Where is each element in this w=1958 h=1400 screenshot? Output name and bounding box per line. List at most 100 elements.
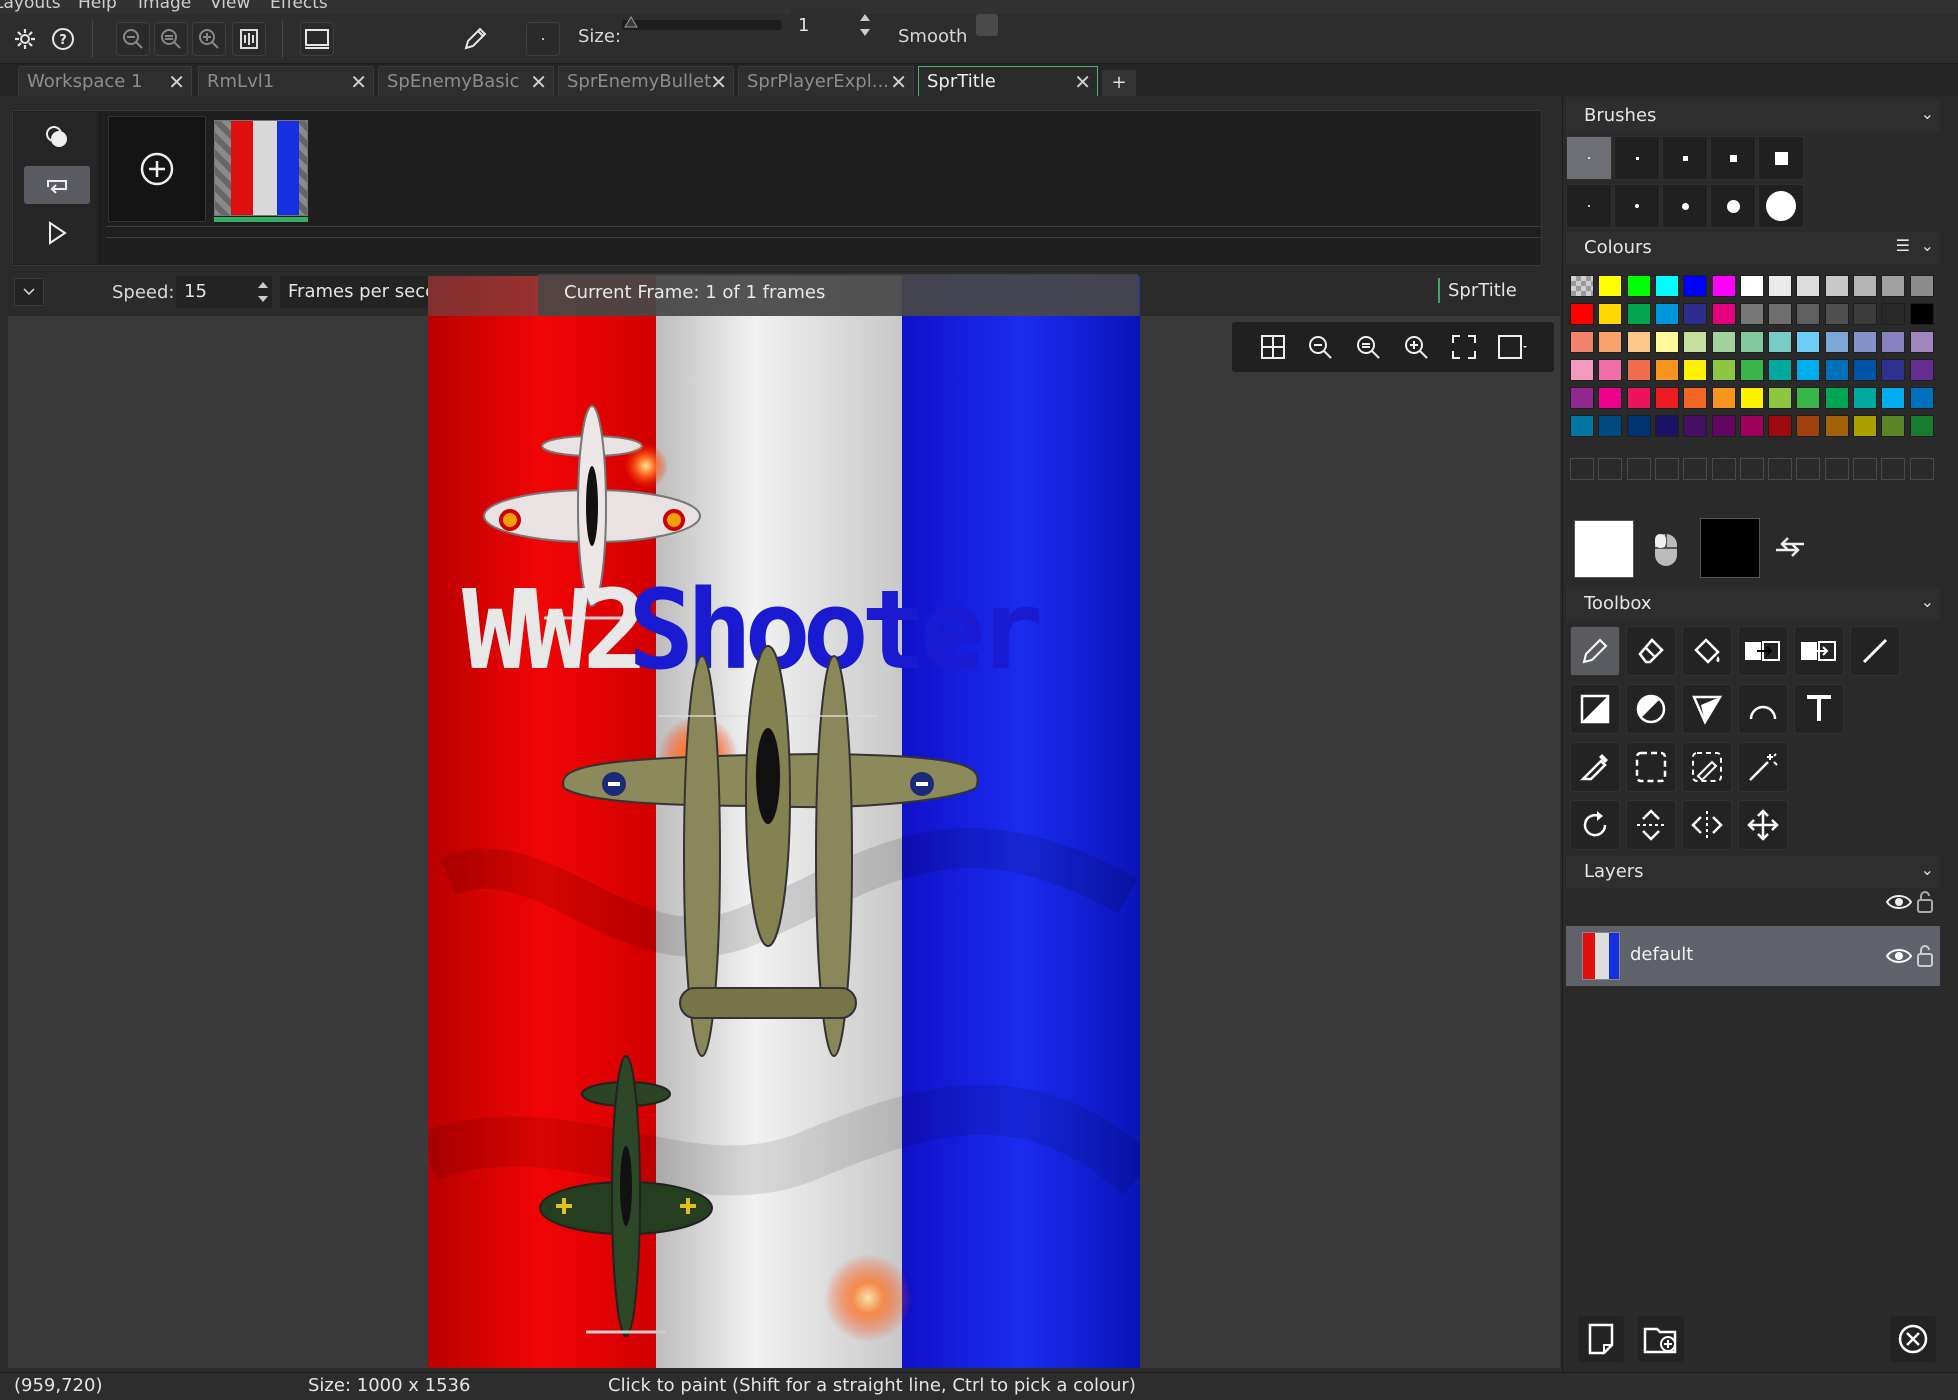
sprite-canvas[interactable]: WW2 Shooter bbox=[428, 276, 1140, 1368]
brush-size-1[interactable] bbox=[1566, 136, 1612, 180]
custom-colour-slot[interactable] bbox=[1570, 458, 1594, 480]
colour-swatch[interactable] bbox=[1683, 415, 1708, 437]
menu-layouts[interactable]: Layouts bbox=[0, 0, 61, 13]
close-icon[interactable]: ✕ bbox=[350, 70, 367, 94]
colour-swatch[interactable] bbox=[1824, 387, 1849, 409]
colour-swatch[interactable] bbox=[1768, 415, 1793, 437]
secondary-colour-swatch[interactable] bbox=[1700, 518, 1760, 578]
colour-swatch[interactable] bbox=[1853, 415, 1877, 437]
brush-preview-icon[interactable] bbox=[526, 22, 560, 56]
colour-swatch[interactable] bbox=[1654, 387, 1679, 409]
replace-colour-icon[interactable] bbox=[1738, 626, 1788, 676]
colour-swatch[interactable] bbox=[1853, 303, 1877, 325]
colour-swatch[interactable] bbox=[1796, 359, 1821, 381]
close-icon[interactable]: ✕ bbox=[710, 70, 727, 94]
brush-size-2[interactable] bbox=[1614, 136, 1660, 180]
frame-timeline[interactable] bbox=[106, 226, 1542, 238]
add-frame-button[interactable] bbox=[108, 116, 206, 222]
flip-vertical-icon[interactable] bbox=[1626, 800, 1676, 850]
colour-swatch[interactable] bbox=[1909, 331, 1934, 353]
zoom-reset-icon[interactable] bbox=[154, 22, 188, 56]
tab-spenemybasic[interactable]: SpEnemyBasic ✕ bbox=[378, 66, 554, 96]
colour-swatch[interactable] bbox=[1711, 303, 1736, 325]
colour-swatch[interactable] bbox=[1739, 275, 1764, 297]
custom-colour-slot[interactable] bbox=[1739, 458, 1764, 480]
brush-size-5[interactable] bbox=[1758, 136, 1804, 180]
colour-swatch[interactable] bbox=[1626, 359, 1651, 381]
custom-colour-slot[interactable] bbox=[1683, 458, 1708, 480]
close-icon[interactable]: ✕ bbox=[890, 70, 907, 94]
colour-swatch[interactable] bbox=[1909, 415, 1934, 437]
colour-swatch[interactable] bbox=[1739, 303, 1764, 325]
colour-swatch[interactable] bbox=[1824, 275, 1849, 297]
colour-swatch[interactable] bbox=[1711, 331, 1736, 353]
menu-effects[interactable]: Effects bbox=[270, 0, 328, 13]
custom-colour-slot[interactable] bbox=[1711, 458, 1736, 480]
smooth-checkbox[interactable] bbox=[976, 14, 998, 36]
colour-swatch[interactable] bbox=[1824, 303, 1849, 325]
tab-sprplayerexpl[interactable]: SprPlayerExpl... ✕ bbox=[738, 66, 914, 96]
menu-view[interactable]: View bbox=[210, 0, 250, 13]
zoom-in-icon[interactable] bbox=[192, 22, 226, 56]
pencil-tool-icon[interactable] bbox=[1570, 626, 1620, 676]
fullscreen-icon[interactable] bbox=[1446, 330, 1482, 364]
menu-help[interactable]: Help bbox=[78, 0, 117, 13]
layers-header[interactable]: Layers ⌄ bbox=[1566, 856, 1940, 888]
colour-swatch[interactable] bbox=[1768, 359, 1793, 381]
colour-swatch[interactable] bbox=[1796, 331, 1821, 353]
colour-swatch[interactable] bbox=[1683, 359, 1708, 381]
close-icon[interactable]: ✕ bbox=[168, 70, 185, 94]
custom-colour-slot[interactable] bbox=[1626, 458, 1651, 480]
colour-swatch[interactable] bbox=[1654, 331, 1679, 353]
colour-swatch[interactable] bbox=[1768, 275, 1793, 297]
colour-swatch[interactable] bbox=[1711, 359, 1736, 381]
brush-round-4[interactable] bbox=[1710, 184, 1756, 228]
new-layer-folder-icon[interactable] bbox=[1638, 1316, 1684, 1362]
colour-swatch[interactable] bbox=[1654, 303, 1679, 325]
text-tool-icon[interactable] bbox=[1794, 684, 1844, 734]
lock-icon[interactable] bbox=[1916, 944, 1934, 973]
loop-icon[interactable] bbox=[24, 166, 90, 204]
grid-icon[interactable] bbox=[1256, 330, 1292, 364]
pencil-tool-icon[interactable] bbox=[458, 22, 492, 56]
flip-horizontal-icon[interactable] bbox=[1682, 800, 1732, 850]
colour-swatch[interactable] bbox=[1796, 275, 1821, 297]
colour-swatch[interactable] bbox=[1683, 303, 1708, 325]
colour-swatch[interactable] bbox=[1654, 415, 1679, 437]
colour-swatch[interactable] bbox=[1881, 275, 1906, 297]
colour-swatch[interactable] bbox=[1711, 275, 1736, 297]
colour-swatch[interactable] bbox=[1768, 331, 1793, 353]
colour-swatch[interactable] bbox=[1598, 387, 1623, 409]
replace-all-colour-icon[interactable] bbox=[1794, 626, 1844, 676]
colour-swatch[interactable] bbox=[1683, 331, 1708, 353]
swap-colours-icon[interactable] bbox=[1772, 532, 1808, 567]
select-colour-icon[interactable] bbox=[1682, 742, 1732, 792]
colour-swatch[interactable] bbox=[1683, 387, 1708, 409]
play-icon[interactable] bbox=[24, 214, 90, 252]
colour-swatch[interactable] bbox=[1570, 331, 1594, 353]
colour-swatch[interactable] bbox=[1739, 331, 1764, 353]
toolbox-header[interactable]: Toolbox ⌄ bbox=[1566, 588, 1940, 620]
colour-swatch[interactable] bbox=[1739, 387, 1764, 409]
colour-swatch[interactable] bbox=[1824, 359, 1849, 381]
zoom-out-icon[interactable] bbox=[1302, 330, 1338, 364]
delete-layer-icon[interactable] bbox=[1890, 1316, 1936, 1362]
colour-swatch[interactable] bbox=[1598, 415, 1623, 437]
colour-swatch[interactable] bbox=[1711, 415, 1736, 437]
fill-tool-icon[interactable] bbox=[1682, 626, 1732, 676]
colour-swatch[interactable] bbox=[1853, 331, 1877, 353]
colour-swatch[interactable] bbox=[1570, 415, 1594, 437]
colour-swatch[interactable] bbox=[1881, 359, 1906, 381]
colour-swatch[interactable] bbox=[1768, 387, 1793, 409]
arc-tool-icon[interactable] bbox=[1738, 684, 1788, 734]
colour-swatch[interactable] bbox=[1824, 415, 1849, 437]
close-icon[interactable]: ✕ bbox=[1074, 70, 1091, 94]
colour-swatch[interactable] bbox=[1796, 387, 1821, 409]
custom-colour-slot[interactable] bbox=[1796, 458, 1821, 480]
chevron-down-icon[interactable]: ⌄ bbox=[1921, 104, 1934, 123]
colour-swatch[interactable] bbox=[1570, 359, 1594, 381]
colour-swatch[interactable] bbox=[1654, 275, 1679, 297]
magic-wand-icon[interactable] bbox=[1738, 742, 1788, 792]
zoom-in-icon[interactable] bbox=[1398, 330, 1434, 364]
add-tab-button[interactable]: + bbox=[1102, 70, 1136, 96]
